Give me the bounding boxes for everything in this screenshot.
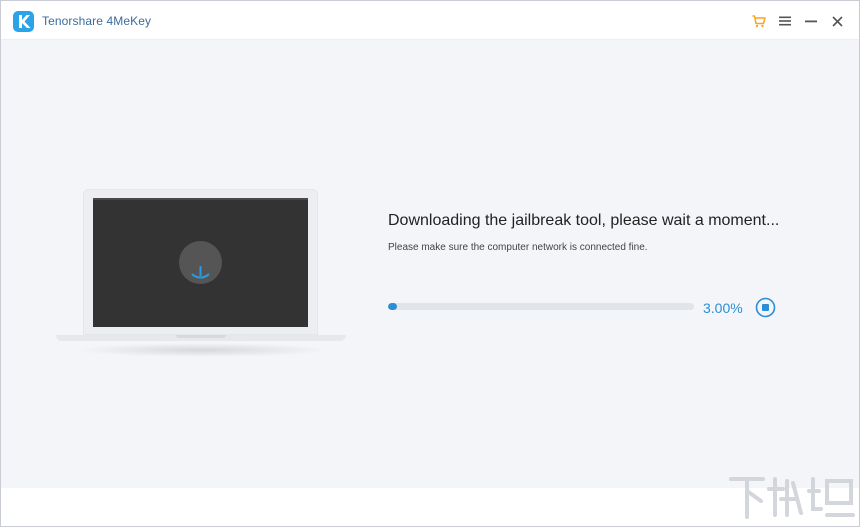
shopping-cart-icon[interactable]	[749, 11, 769, 31]
app-logo-icon	[13, 11, 34, 32]
laptop-lid	[83, 189, 318, 335]
app-window: Tenorshare 4MeKey Downloading the jailbr…	[0, 0, 860, 527]
close-icon[interactable]	[827, 11, 847, 31]
download-spinner-icon	[179, 241, 222, 284]
laptop-shadow	[74, 343, 329, 357]
title-bar: Tenorshare 4MeKey	[1, 1, 859, 40]
download-subtitle: Please make sure the computer network is…	[388, 242, 648, 253]
progress-percent: 3.00%	[703, 300, 743, 316]
app-title: Tenorshare 4MeKey	[42, 14, 152, 28]
laptop-illustration	[56, 189, 346, 364]
stop-circle-icon	[755, 297, 776, 318]
progress-bar-fill	[388, 303, 398, 310]
watermark-logo	[729, 477, 855, 519]
download-title: Downloading the jailbreak tool, please w…	[388, 212, 780, 229]
screen-top-edge	[93, 198, 308, 200]
laptop-notch	[176, 335, 226, 338]
minimize-icon[interactable]	[801, 11, 821, 31]
progress-bar	[388, 303, 694, 310]
laptop-screen	[93, 198, 308, 327]
hamburger-menu-icon[interactable]	[775, 11, 795, 31]
stop-download-button[interactable]	[755, 297, 776, 318]
